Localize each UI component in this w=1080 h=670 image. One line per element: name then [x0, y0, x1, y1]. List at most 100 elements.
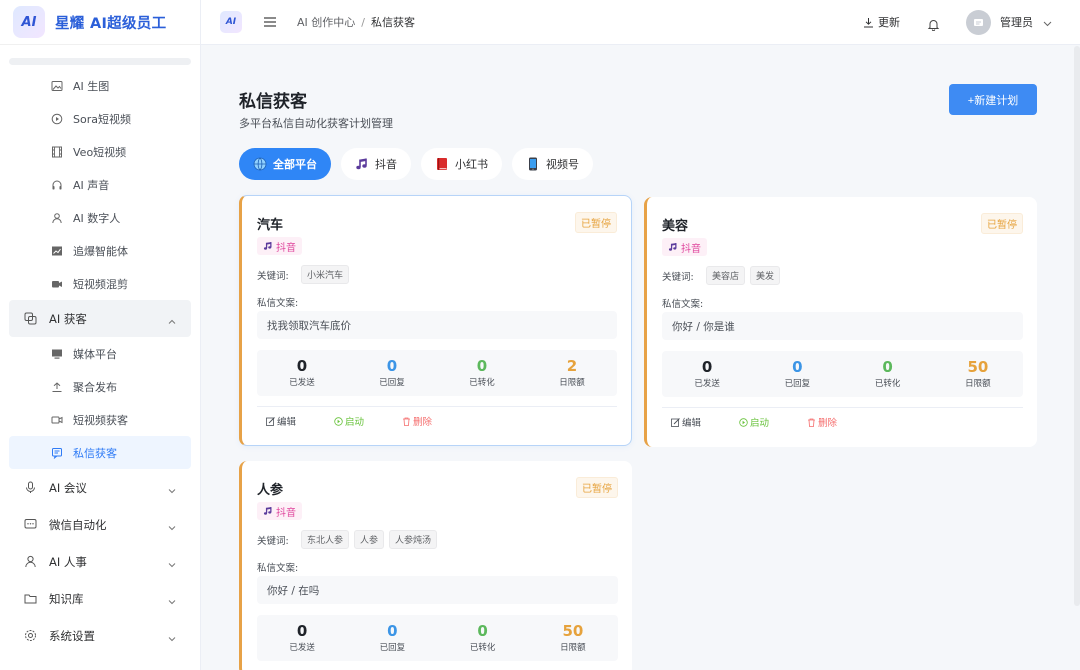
stat-daily-limit: 50 日限额 — [933, 351, 1023, 397]
sidebar-scroll-indicator[interactable] — [9, 58, 191, 65]
tiktok-icon — [355, 157, 369, 171]
sidebar-item-veo-video[interactable]: Veo短视频 — [0, 135, 200, 168]
sidebar-item-label: AI 生图 — [73, 79, 110, 93]
stat-value: 0 — [701, 358, 713, 376]
stat-sent: 0 已发送 — [662, 351, 752, 397]
breadcrumb-separator: / — [361, 15, 365, 29]
chevron-down-icon — [168, 521, 176, 530]
edit-button[interactable]: 编辑 — [266, 414, 296, 428]
chart-icon — [51, 245, 63, 257]
person-icon — [24, 555, 37, 568]
plan-title: 美容 — [662, 219, 689, 234]
sidebar-item-ai-voice[interactable]: AI 声音 — [0, 168, 200, 201]
sidebar-item-aggregate-publish[interactable]: 聚合发布 — [0, 370, 200, 403]
status-badge: 已暂停 — [981, 213, 1023, 234]
keyword-tag: 美发 — [750, 266, 781, 285]
play-circle-icon — [739, 417, 748, 427]
trash-icon — [402, 417, 411, 426]
platform-tabs: 全部平台 抖音 小红书 视频号 — [239, 148, 603, 180]
new-plan-button[interactable]: +新建计划 — [949, 84, 1037, 115]
platform-label: 抖音 — [681, 243, 701, 255]
bell-icon[interactable] — [927, 16, 940, 31]
tab-label: 小红书 — [455, 158, 488, 171]
sidebar-item-ai-image[interactable]: AI 生图 — [0, 69, 200, 102]
delete-label: 删除 — [413, 417, 433, 428]
stat-value: 50 — [967, 358, 989, 376]
message-label: 私信文案: — [662, 299, 704, 310]
breadcrumb-item-ai-center[interactable]: AI 创作中心 — [297, 14, 355, 30]
topbar-logo[interactable]: AI — [220, 11, 242, 33]
stat-label: 已转化 — [469, 643, 496, 653]
stat-daily-limit: 2 日限额 — [527, 350, 617, 396]
camera-icon — [51, 414, 63, 426]
microphone-icon — [24, 481, 37, 494]
sidebar-item-label: AI 数字人 — [73, 211, 121, 225]
sidebar-item-label: Sora短视频 — [73, 112, 131, 126]
tab-all-platforms[interactable]: 全部平台 — [239, 148, 331, 180]
start-button[interactable]: 启动 — [739, 415, 769, 429]
sidebar-group-ai-hr[interactable]: AI 人事 — [0, 543, 200, 580]
sidebar-item-media-platform[interactable]: 媒体平台 — [0, 337, 200, 370]
stat-label: 已转化 — [469, 378, 495, 388]
stat-label: 已发送 — [694, 379, 720, 389]
play-circle-icon — [51, 113, 63, 125]
edit-button[interactable]: 编辑 — [671, 415, 701, 429]
sidebar-group-system-settings[interactable]: 系统设置 — [0, 617, 200, 654]
phone-icon — [526, 157, 540, 171]
sidebar-item-trend-agent[interactable]: 追爆智能体 — [0, 234, 200, 267]
monitor-icon — [51, 348, 63, 360]
keyword-list: 美容店 美发 — [706, 266, 785, 285]
user-icon — [51, 212, 63, 224]
sidebar-group-knowledge-base[interactable]: 知识库 — [0, 580, 200, 617]
plan-title: 汽车 — [257, 218, 284, 233]
chat-icon — [24, 518, 37, 531]
stats-panel: 0 已发送 0 已回复 0 已转化 50 日限额 — [662, 351, 1023, 397]
main-content: 私信获客 多平台私信自动化获客计划管理 +新建计划 全部平台 抖音 小红书 视频… — [201, 46, 1080, 670]
sidebar-item-sora-video[interactable]: Sora短视频 — [0, 102, 200, 135]
platform-tag: 抖音 — [257, 237, 302, 255]
stat-label: 已回复 — [379, 643, 406, 653]
chevron-up-icon — [168, 315, 176, 324]
tab-label: 视频号 — [546, 158, 579, 171]
video-cut-icon — [51, 278, 63, 290]
keywords-label: 关键词: — [257, 271, 289, 282]
delete-button[interactable]: 删除 — [402, 414, 432, 428]
card-actions: 编辑 启动 删除 — [257, 406, 617, 428]
chevron-down-icon — [168, 484, 176, 493]
stat-label: 日限额 — [559, 378, 585, 388]
chevron-down-icon — [168, 595, 176, 604]
start-button[interactable]: 启动 — [334, 414, 364, 428]
plan-card[interactable]: 美容 已暂停 抖音 关键词: 美容店 美发 私信文案: 你好 / 你是谁 0 已发… — [644, 197, 1037, 447]
sidebar-item-digital-human[interactable]: AI 数字人 — [0, 201, 200, 234]
stat-label: 已发送 — [289, 643, 315, 653]
plan-card[interactable]: 人参 已暂停 抖音 关键词: 东北人参 人参 人参炖汤 私信文案: 你好 / 在… — [239, 461, 632, 670]
breadcrumb: AI 创作中心 / 私信获客 — [297, 14, 415, 30]
stat-sent: 0 已发送 — [257, 615, 347, 661]
plan-card[interactable]: 汽车 已暂停 抖音 关键词: 小米汽车 私信文案: 找我领取汽车底价 0 已发送 … — [239, 195, 632, 446]
sidebar-group-wechat-automation[interactable]: 微信自动化 — [0, 506, 200, 543]
tab-video-account[interactable]: 视频号 — [512, 148, 593, 180]
message-preview: 你好 / 你是谁 — [662, 312, 1023, 340]
headphones-icon — [51, 179, 63, 191]
delete-button[interactable]: 删除 — [807, 415, 837, 429]
stat-value: 0 — [386, 357, 398, 375]
sidebar-group-ai-acquire[interactable]: AI 获客 — [9, 300, 191, 337]
stat-label: 已转化 — [874, 379, 901, 389]
topbar-actions: 更新 管理员 — [863, 9, 1052, 35]
sidebar-group-ai-meeting[interactable]: AI 会议 — [0, 469, 200, 506]
sidebar-item-video-acquire[interactable]: 短视频获客 — [0, 403, 200, 436]
user-menu[interactable]: 管理员 — [966, 9, 1052, 35]
stat-converted: 0 已转化 — [437, 350, 527, 396]
brand[interactable]: AI 星耀 AI超级员工 — [0, 0, 200, 45]
stat-sent: 0 已发送 — [257, 350, 347, 396]
sidebar-group-label: AI 会议 — [49, 480, 87, 495]
sidebar-item-video-mix[interactable]: 短视频混剪 — [0, 267, 200, 300]
menu-toggle-icon[interactable] — [264, 15, 278, 29]
download-icon — [863, 17, 874, 28]
status-badge: 已暂停 — [575, 212, 617, 233]
update-button[interactable]: 更新 — [863, 14, 900, 30]
sidebar-item-dm-acquire[interactable]: 私信获客 — [9, 436, 191, 469]
main-scrollbar[interactable] — [1074, 46, 1080, 606]
tab-douyin[interactable]: 抖音 — [341, 148, 411, 180]
tab-xiaohongshu[interactable]: 小红书 — [421, 148, 502, 180]
